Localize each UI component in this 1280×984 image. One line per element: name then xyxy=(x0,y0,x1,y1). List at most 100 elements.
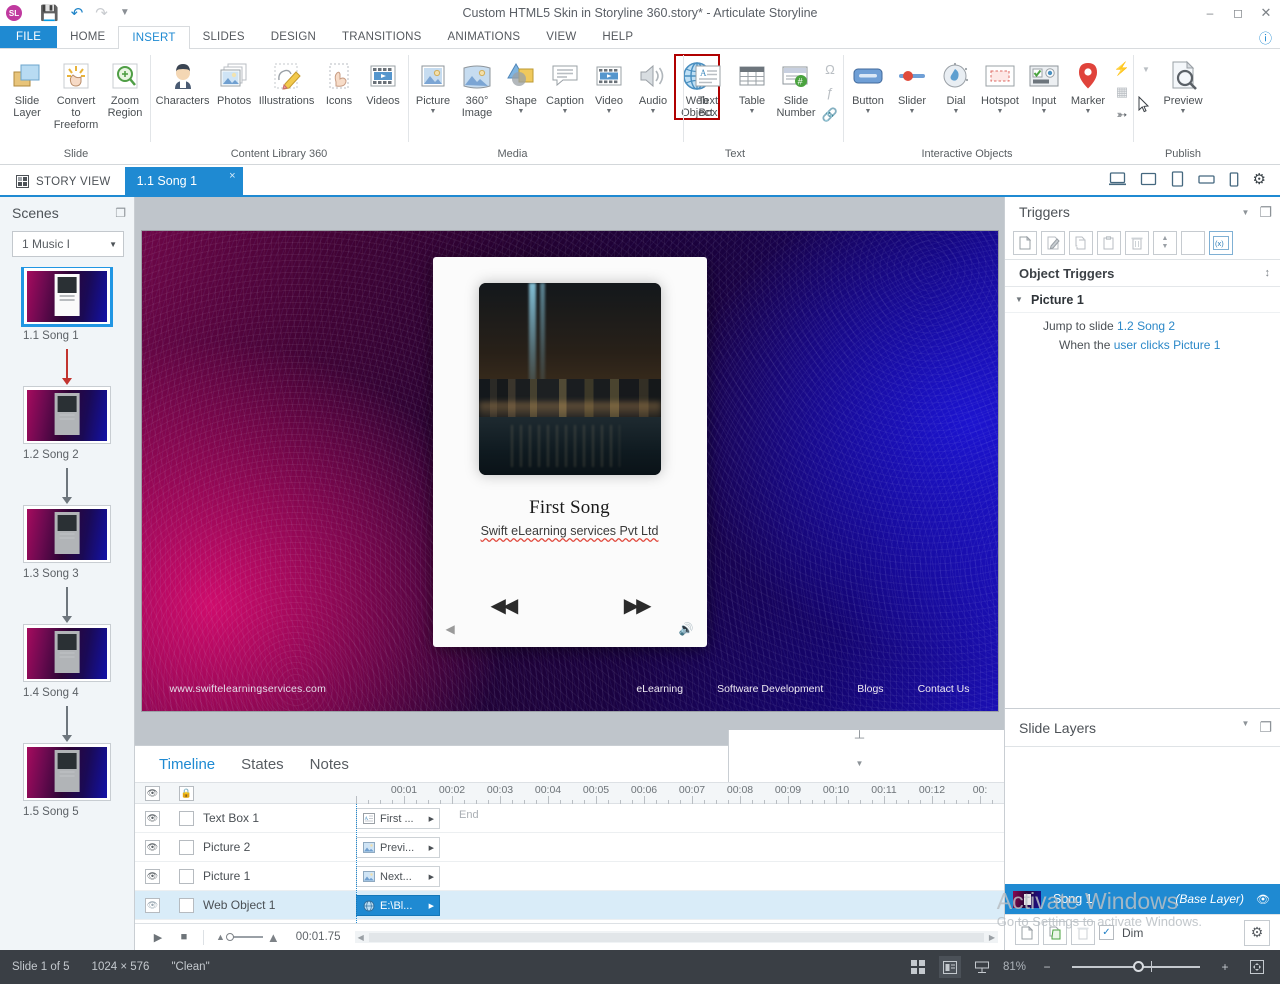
chevron-down-icon[interactable]: ▼ xyxy=(865,108,872,116)
edit-trigger-icon[interactable] xyxy=(1041,231,1065,255)
convert-to-freeform-button[interactable]: Convert toFreeform xyxy=(49,55,103,131)
slider-button[interactable]: Slider ▼ xyxy=(890,55,934,116)
variable-icon[interactable]: (x) xyxy=(1209,231,1233,255)
save-icon[interactable]: 💾 xyxy=(40,6,59,21)
rewind-icon[interactable]: ◀◀ xyxy=(491,593,516,618)
chevron-down-icon[interactable]: ▼ xyxy=(518,108,525,116)
trigger-bolt-icon[interactable]: ⚡ xyxy=(1112,59,1132,79)
image360-button[interactable]: 360° Image xyxy=(455,55,499,119)
zoom-slider-knob[interactable] xyxy=(1133,961,1144,972)
slide-thumbnail[interactable] xyxy=(23,386,111,444)
help-circle-icon[interactable]: ⓘ xyxy=(1259,26,1280,48)
mouse-pointer-icon[interactable]: ➳ xyxy=(1112,105,1132,125)
collapse-all-icon[interactable]: ↕ xyxy=(1265,267,1271,279)
new-layer-icon[interactable] xyxy=(1015,921,1039,945)
tab-timeline[interactable]: Timeline xyxy=(159,756,215,773)
video-button[interactable]: Video ▼ xyxy=(587,55,631,116)
new-trigger-icon[interactable] xyxy=(1013,231,1037,255)
move-updown-icon[interactable]: ▲▼ xyxy=(1153,231,1177,255)
chevron-down-icon[interactable]: ▼ xyxy=(856,759,864,768)
trigger-event-link[interactable]: user clicks xyxy=(1114,338,1170,352)
fast-forward-icon[interactable]: ▶▶ xyxy=(624,593,649,618)
chevron-down-icon[interactable]: ▼ xyxy=(1041,108,1048,116)
trigger-target-slide-link[interactable]: 1.2 Song 2 xyxy=(1117,319,1175,333)
timeline-bar[interactable]: Previ... ▶ xyxy=(356,837,440,858)
tab-insert[interactable]: INSERT xyxy=(118,26,189,49)
scrollbar-thumb[interactable] xyxy=(369,933,984,942)
copy-trigger-icon[interactable] xyxy=(1069,231,1093,255)
eye-icon[interactable]: 👁 xyxy=(145,786,160,801)
scene-slide-2[interactable]: 1.2 Song 2 xyxy=(23,386,111,461)
shape-button[interactable]: Shape ▼ xyxy=(499,55,543,116)
chevron-down-icon[interactable]: ▼ xyxy=(1180,108,1187,116)
chevron-down-icon[interactable]: ▼ xyxy=(650,108,657,116)
dial-button[interactable]: Dial ▼ xyxy=(934,55,978,116)
row-lock-icon[interactable] xyxy=(179,840,194,855)
close-button[interactable]: ✕ xyxy=(1252,1,1280,25)
preview-button[interactable]: Preview ▼ xyxy=(1159,55,1206,116)
table-row[interactable]: 👁 Picture 2 Previ... ▶ xyxy=(135,833,1004,862)
story-view-icon[interactable] xyxy=(907,956,929,978)
slide-thumbnail[interactable] xyxy=(23,743,111,801)
chevron-down-icon[interactable]: ▼ xyxy=(1085,108,1092,116)
timeline-bar[interactable]: E:\Bl... ▶ xyxy=(356,895,440,916)
restore-button[interactable]: ◻ xyxy=(1224,1,1252,25)
tab-slides[interactable]: SLIDES xyxy=(190,26,258,48)
hotspot-button[interactable]: Hotspot ▼ xyxy=(978,55,1022,116)
lock-icon[interactable]: 🔒 xyxy=(179,786,194,801)
scene-slide-1[interactable]: 1.1 Song 1 xyxy=(23,267,111,342)
speaker-mute-icon[interactable]: ◀ xyxy=(446,622,455,636)
row-lock-icon[interactable] xyxy=(179,869,194,884)
picture-button[interactable]: Picture ▼ xyxy=(411,55,455,116)
row-eye-icon[interactable]: 👁 xyxy=(145,840,160,855)
tab-home[interactable]: HOME xyxy=(57,26,118,48)
trigger-group-picture-1[interactable]: ▼ Picture 1 xyxy=(1005,287,1280,313)
chevron-down-icon[interactable]: ▼ xyxy=(749,108,756,116)
customize-quick-access-icon[interactable]: ▼ xyxy=(120,8,130,18)
speaker-volume-icon[interactable]: 🔊 xyxy=(679,622,694,636)
tab-states[interactable]: States xyxy=(241,756,284,773)
phone-portrait-icon[interactable] xyxy=(1229,172,1239,187)
album-art-image[interactable] xyxy=(479,283,661,475)
timeline-playhead[interactable] xyxy=(356,804,357,923)
videos-button[interactable]: Videos xyxy=(361,55,405,107)
scene-slide-3[interactable]: 1.3 Song 3 xyxy=(23,505,111,580)
footer-link-software-development[interactable]: Software Development xyxy=(717,683,823,695)
trigger-condition-line[interactable]: When the user clicks Picture 1 xyxy=(1005,336,1280,361)
trigger-object-link[interactable]: Picture 1 xyxy=(1173,338,1220,352)
slide-thumbnail[interactable] xyxy=(23,267,111,325)
row-lock-icon[interactable] xyxy=(179,811,194,826)
list-item[interactable]: Song 1 (Base Layer) 👁 xyxy=(1005,884,1280,914)
symbol-omega-icon[interactable]: Ω xyxy=(820,59,840,79)
music-player-card[interactable]: First Song Swift eLearning services Pvt … xyxy=(433,257,707,647)
footer-link-blogs[interactable]: Blogs xyxy=(857,683,883,695)
row-lock-icon[interactable] xyxy=(179,898,194,913)
scroll-left-icon[interactable]: ◀ xyxy=(355,933,367,942)
table-row[interactable]: 👁 Text Box 1 A First ... ▶ xyxy=(135,804,1004,833)
text-box-button[interactable]: A TextBox xyxy=(686,55,730,119)
restore-panel-icon[interactable]: ❐ xyxy=(115,206,126,220)
object-list-icon[interactable]: ▦ xyxy=(1112,82,1132,102)
fit-to-window-icon[interactable] xyxy=(1246,956,1268,978)
tab-animations[interactable]: ANIMATIONS xyxy=(435,26,534,48)
marker-button[interactable]: Marker ▼ xyxy=(1066,55,1110,116)
table-button[interactable]: Table ▼ xyxy=(730,55,774,116)
tablet-landscape-icon[interactable] xyxy=(1140,172,1157,186)
zoom-in-large-icon[interactable]: ▲ xyxy=(267,930,280,945)
slide-canvas[interactable]: First Song Swift eLearning services Pvt … xyxy=(142,231,998,711)
row-eye-icon[interactable]: 👁 xyxy=(145,869,160,884)
slide-thumbnail[interactable] xyxy=(23,624,111,682)
form-view-icon[interactable] xyxy=(971,956,993,978)
delete-trigger-icon[interactable] xyxy=(1125,231,1149,255)
scroll-right-icon[interactable]: ▶ xyxy=(986,933,998,942)
timeline-zoom-slider[interactable]: ▲ ▲ xyxy=(216,930,280,945)
chevron-down-icon[interactable]: ▼ xyxy=(997,108,1004,116)
zoom-out-small-icon[interactable]: ▲ xyxy=(216,932,225,942)
chevron-right-icon[interactable]: ▶ xyxy=(429,902,434,910)
story-view-tab[interactable]: STORY VIEW xyxy=(0,175,125,195)
stop-icon[interactable]: ■ xyxy=(171,931,197,943)
tab-design[interactable]: DESIGN xyxy=(258,26,329,48)
tab-view[interactable]: VIEW xyxy=(533,26,589,48)
chevron-down-icon[interactable]: ▼ xyxy=(606,108,613,116)
photos-button[interactable]: Photos xyxy=(212,55,256,107)
